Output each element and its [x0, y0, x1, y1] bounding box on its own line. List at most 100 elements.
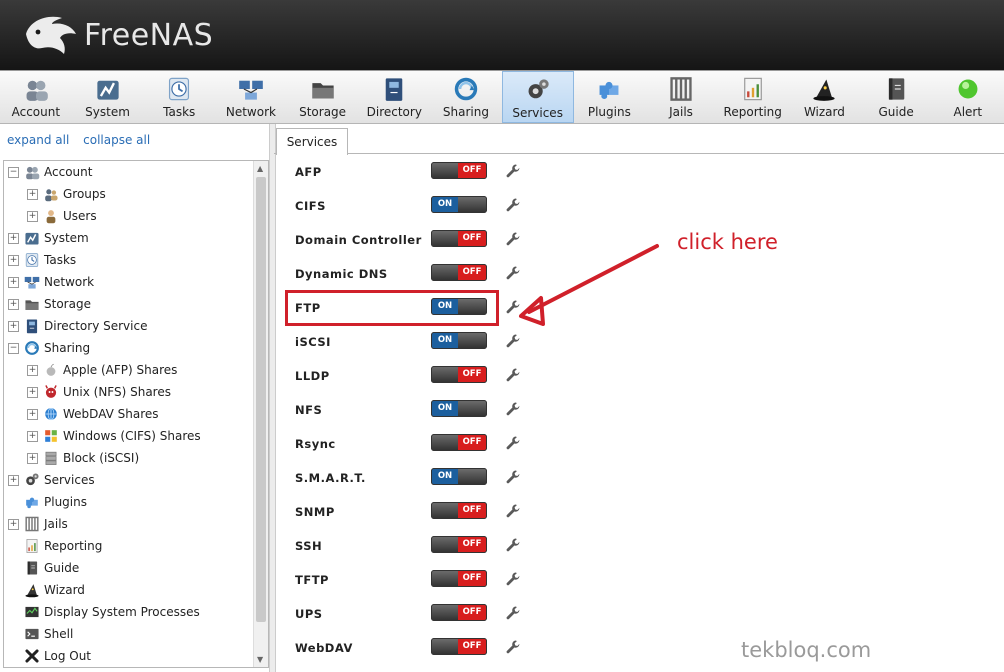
clock-icon [166, 76, 192, 102]
toolbar-system-button[interactable]: System [72, 71, 144, 123]
tree-item-guide[interactable]: Guide [4, 557, 268, 579]
expand-all-link[interactable]: expand all [7, 133, 69, 147]
tree-item-jails[interactable]: + Jails [4, 513, 268, 535]
tree-item-apple-afp-shares[interactable]: + Apple (AFP) Shares [4, 359, 268, 381]
toolbar-label: Plugins [587, 105, 631, 119]
freenas-logo[interactable]: FreeNAS [22, 10, 213, 60]
rsync-toggle[interactable]: OFF [431, 434, 487, 451]
expand-icon[interactable]: + [8, 298, 19, 310]
tree-item-network[interactable]: + Network [4, 271, 268, 293]
toolbar-tasks-button[interactable]: Tasks [143, 71, 215, 123]
tree-item-account[interactable]: − Account [4, 161, 268, 183]
tree-item-tasks[interactable]: + Tasks [4, 249, 268, 271]
wrench-icon[interactable] [505, 163, 521, 179]
expand-icon[interactable]: + [8, 320, 19, 332]
collapse-icon[interactable]: − [8, 342, 19, 354]
tree-scrollbar[interactable]: ▲ ▼ [253, 161, 268, 667]
wrench-icon[interactable] [505, 469, 521, 485]
toolbar-directory-button[interactable]: Directory [358, 71, 430, 123]
iscsi-toggle[interactable]: ON [431, 332, 487, 349]
jail-bars-icon [668, 76, 694, 102]
wrench-icon[interactable] [505, 571, 521, 587]
tree-item-services[interactable]: + Services [4, 469, 268, 491]
alert-light-icon [955, 76, 981, 102]
tab-services[interactable]: Services [276, 128, 348, 155]
wrench-icon[interactable] [505, 605, 521, 621]
service-name: Dynamic DNS [295, 267, 388, 281]
tree-item-unix-nfs-shares[interactable]: + Unix (NFS) Shares [4, 381, 268, 403]
webdav-toggle[interactable]: OFF [431, 638, 487, 655]
scrollbar-thumb[interactable] [256, 177, 266, 622]
dynamic-dns-toggle[interactable]: OFF [431, 264, 487, 281]
tree-item-windows-cifs-shares[interactable]: + Windows (CIFS) Shares [4, 425, 268, 447]
tree-item-block-iscsi[interactable]: + Block (iSCSI) [4, 447, 268, 469]
tree-item-directory-service[interactable]: + Directory Service [4, 315, 268, 337]
cifs-toggle[interactable]: ON [431, 196, 487, 213]
toolbar-wizard-button[interactable]: Wizard [789, 71, 861, 123]
tree-item-shell[interactable]: Shell [4, 623, 268, 645]
toolbar-plugins-button[interactable]: Plugins [574, 71, 646, 123]
expand-icon[interactable]: + [8, 232, 19, 244]
network-icon [238, 76, 264, 102]
tree-item-system[interactable]: + System [4, 227, 268, 249]
ups-toggle[interactable]: OFF [431, 604, 487, 621]
tree-item-webdav-shares[interactable]: + WebDAV Shares [4, 403, 268, 425]
toolbar-jails-button[interactable]: Jails [645, 71, 717, 123]
wrench-icon[interactable] [505, 197, 521, 213]
toolbar-services-button[interactable]: Services [501, 71, 574, 123]
tree-item-display-system-processes[interactable]: Display System Processes [4, 601, 268, 623]
s-m-a-r-t-toggle[interactable]: ON [431, 468, 487, 485]
wrench-icon[interactable] [505, 537, 521, 553]
wrench-icon[interactable] [505, 401, 521, 417]
toolbar-guide-button[interactable]: Guide [860, 71, 932, 123]
toolbar-alert-button[interactable]: Alert [932, 71, 1004, 123]
toolbar-network-button[interactable]: Network [215, 71, 287, 123]
tree-item-sharing[interactable]: − Sharing [4, 337, 268, 359]
afp-toggle[interactable]: OFF [431, 162, 487, 179]
expand-icon[interactable]: + [8, 474, 19, 486]
gears-icon [525, 77, 551, 103]
lldp-toggle[interactable]: OFF [431, 366, 487, 383]
ssh-toggle[interactable]: OFF [431, 536, 487, 553]
expand-icon[interactable]: + [27, 452, 38, 464]
expand-icon[interactable]: + [27, 188, 38, 200]
snmp-toggle[interactable]: OFF [431, 502, 487, 519]
toolbar-sharing-button[interactable]: Sharing [430, 71, 502, 123]
tree-item-reporting[interactable]: Reporting [4, 535, 268, 557]
tree-item-log-out[interactable]: Log Out [4, 645, 268, 667]
toggle-state: OFF [458, 265, 486, 280]
wrench-icon[interactable] [505, 639, 521, 655]
expand-icon[interactable]: + [27, 210, 38, 222]
tftp-toggle[interactable]: OFF [431, 570, 487, 587]
nfs-toggle[interactable]: ON [431, 400, 487, 417]
wrench-icon[interactable] [505, 503, 521, 519]
expand-icon[interactable]: + [27, 430, 38, 442]
wrench-icon[interactable] [505, 333, 521, 349]
scroll-up-arrow-icon[interactable]: ▲ [257, 164, 263, 173]
tree-item-storage[interactable]: + Storage [4, 293, 268, 315]
tree-item-groups[interactable]: + Groups [4, 183, 268, 205]
expand-icon[interactable]: + [8, 254, 19, 266]
toolbar-account-button[interactable]: Account [0, 71, 72, 123]
expand-icon[interactable]: + [27, 364, 38, 376]
domain-controller-toggle[interactable]: OFF [431, 230, 487, 247]
toolbar-label: Services [512, 106, 563, 120]
expand-icon[interactable]: + [8, 276, 19, 288]
tree-item-label: Network [44, 275, 95, 289]
tree-item-plugins[interactable]: Plugins [4, 491, 268, 513]
expand-icon[interactable]: + [8, 518, 19, 530]
toggle-knob [432, 163, 459, 178]
disk-stack-icon [43, 450, 59, 466]
collapse-all-link[interactable]: collapse all [83, 133, 150, 147]
collapse-icon[interactable]: − [8, 166, 19, 178]
panel-splitter[interactable] [269, 124, 276, 672]
tree-item-wizard[interactable]: Wizard [4, 579, 268, 601]
expand-icon[interactable]: + [27, 386, 38, 398]
wrench-icon[interactable] [505, 367, 521, 383]
tree-item-users[interactable]: + Users [4, 205, 268, 227]
scroll-down-arrow-icon[interactable]: ▼ [257, 655, 263, 664]
expand-icon[interactable]: + [27, 408, 38, 420]
wrench-icon[interactable] [505, 435, 521, 451]
toolbar-storage-button[interactable]: Storage [287, 71, 359, 123]
toolbar-reporting-button[interactable]: Reporting [717, 71, 789, 123]
